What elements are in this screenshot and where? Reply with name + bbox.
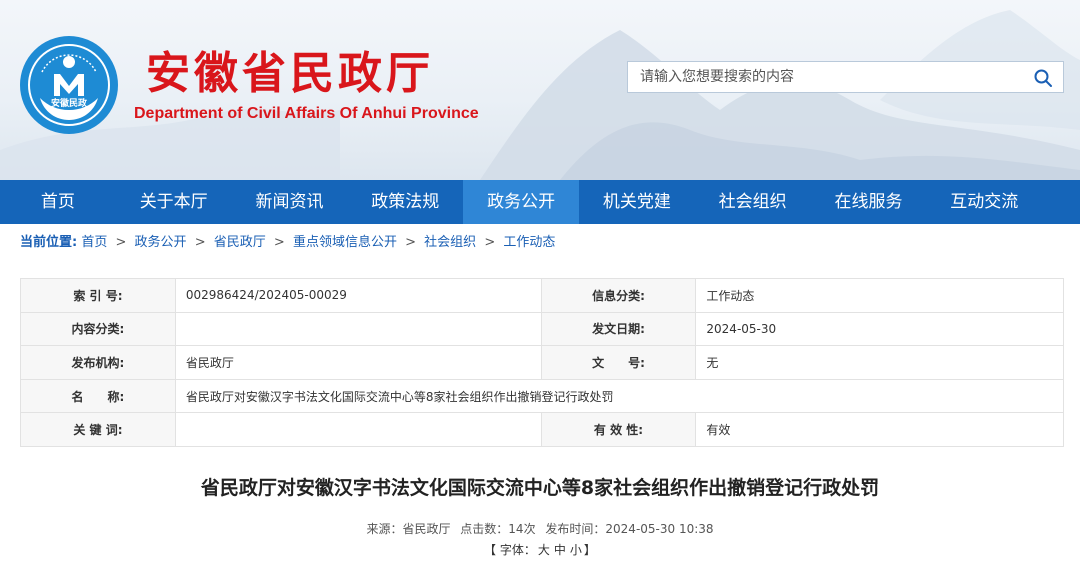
publisher-value: 省民政厅 bbox=[174, 345, 542, 380]
article-meta: 来源：省民政厅 点击数：14次 发布时间：2024-05-30 10:38 bbox=[0, 520, 1080, 538]
site-logo[interactable]: 安徽民政 bbox=[20, 36, 118, 134]
font-size-close-bracket: 】 bbox=[583, 543, 596, 557]
doc-no-value: 无 bbox=[695, 345, 1064, 380]
search-input[interactable] bbox=[628, 62, 1023, 92]
search-icon[interactable] bbox=[1033, 68, 1053, 88]
nav-item-policy[interactable]: 政策法规 bbox=[347, 180, 463, 224]
breadcrumb-label: 当前位置: bbox=[20, 235, 78, 250]
publisher-label: 发布机构: bbox=[20, 345, 176, 380]
breadcrumb: 当前位置: 首页 > 政务公开 > 省民政厅 > 重点领域信息公开 > 社会组织… bbox=[20, 234, 555, 252]
breadcrumb-separator: > bbox=[115, 235, 127, 250]
keywords-value bbox=[174, 412, 542, 447]
site-title: 安徽省民政厅 bbox=[146, 48, 434, 99]
main-nav: 首页 关于本厅 新闻资讯 政策法规 政务公开 机关党建 社会组织 在线服务 互动… bbox=[0, 180, 1080, 224]
content-type-label: 内容分类: bbox=[20, 311, 176, 347]
breadcrumb-open-affairs[interactable]: 政务公开 bbox=[135, 235, 187, 250]
name-label: 名 称: bbox=[20, 378, 176, 414]
font-size-selector: 【 字体：大中小】 bbox=[0, 541, 1080, 559]
nav-item-open-affairs[interactable]: 政务公开 bbox=[463, 180, 579, 224]
index-value: 002986424/202405-00029 bbox=[174, 278, 542, 313]
date-value: 2024-05-30 bbox=[695, 311, 1064, 347]
validity-label: 有 效 性: bbox=[540, 412, 697, 447]
breadcrumb-key-areas[interactable]: 重点领域信息公开 bbox=[293, 235, 397, 250]
breadcrumb-social-org[interactable]: 社会组织 bbox=[424, 235, 476, 250]
site-header: 安徽民政 安徽省民政厅 Department of Civil Affairs … bbox=[0, 0, 1080, 180]
table-row: 内容分类: 发文日期: 2024-05-30 bbox=[20, 311, 1064, 347]
breadcrumb-separator: > bbox=[405, 235, 417, 250]
font-size-label: 【 字体： bbox=[484, 543, 536, 557]
doc-no-label: 文 号: bbox=[540, 345, 697, 380]
article-clicks: 点击数：14次 bbox=[460, 522, 536, 536]
nav-item-news[interactable]: 新闻资讯 bbox=[232, 180, 348, 224]
nav-item-party[interactable]: 机关党建 bbox=[579, 180, 695, 224]
category-label: 信息分类: bbox=[540, 278, 697, 313]
article-published-time: 发布时间：2024-05-30 10:38 bbox=[545, 522, 714, 536]
article-title: 省民政厅对安徽汉字书法文化国际交流中心等8家社会组织作出撤销登记行政处罚 bbox=[200, 477, 880, 499]
document-meta-table: 索 引 号: 002986424/202405-00029 信息分类: 工作动态… bbox=[20, 278, 1065, 447]
nav-item-online-service[interactable]: 在线服务 bbox=[811, 180, 927, 224]
table-row: 名 称: 省民政厅对安徽汉字书法文化国际交流中心等8家社会组织作出撤销登记行政处… bbox=[20, 378, 1065, 414]
search-box bbox=[627, 61, 1064, 93]
nav-item-interaction[interactable]: 互动交流 bbox=[926, 180, 1042, 224]
font-size-medium-button[interactable]: 中 bbox=[552, 543, 568, 557]
font-size-small-button[interactable]: 小 bbox=[568, 543, 584, 557]
nav-item-social-org[interactable]: 社会组织 bbox=[695, 180, 811, 224]
article-source: 来源：省民政厅 bbox=[366, 522, 451, 536]
breadcrumb-department[interactable]: 省民政厅 bbox=[214, 235, 266, 250]
logo-text: 安徽民政 bbox=[50, 99, 87, 109]
validity-value: 有效 bbox=[695, 412, 1064, 447]
breadcrumb-work-news[interactable]: 工作动态 bbox=[503, 235, 555, 250]
breadcrumb-home[interactable]: 首页 bbox=[81, 235, 107, 250]
nav-item-home[interactable]: 首页 bbox=[0, 180, 116, 224]
date-label: 发文日期: bbox=[540, 311, 697, 347]
name-value: 省民政厅对安徽汉字书法文化国际交流中心等8家社会组织作出撤销登记行政处罚 bbox=[174, 378, 1065, 414]
content-type-value bbox=[174, 311, 542, 347]
site-subtitle: Department of Civil Affairs Of Anhui Pro… bbox=[134, 105, 479, 122]
breadcrumb-separator: > bbox=[194, 235, 206, 250]
index-label: 索 引 号: bbox=[20, 278, 176, 313]
logo-emblem-icon bbox=[40, 54, 98, 120]
table-row: 关 键 词: 有 效 性: 有效 bbox=[20, 412, 1064, 447]
breadcrumb-separator: > bbox=[273, 235, 285, 250]
nav-item-about[interactable]: 关于本厅 bbox=[116, 180, 232, 224]
table-row: 发布机构: 省民政厅 文 号: 无 bbox=[20, 345, 1064, 380]
breadcrumb-separator: > bbox=[484, 235, 496, 250]
category-value: 工作动态 bbox=[695, 278, 1064, 313]
table-row: 索 引 号: 002986424/202405-00029 信息分类: 工作动态 bbox=[20, 278, 1064, 313]
keywords-label: 关 键 词: bbox=[20, 412, 176, 447]
font-size-large-button[interactable]: 大 bbox=[536, 543, 552, 557]
